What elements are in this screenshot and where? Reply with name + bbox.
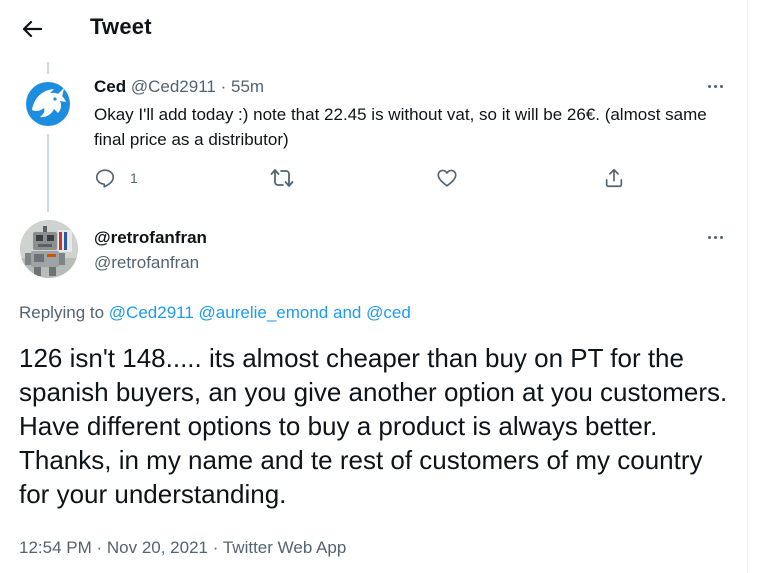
tweet-source[interactable]: Twitter Web App <box>223 538 346 557</box>
more-options-button[interactable] <box>700 76 730 96</box>
tweet-text: 126 isn't 148..... its almost cheaper th… <box>19 343 728 509</box>
like-button[interactable] <box>436 167 458 189</box>
avatar[interactable] <box>20 76 76 132</box>
tweet-meta: 12:54 PM · Nov 20, 2021 · Twitter Web Ap… <box>19 538 346 558</box>
reply-count: 1 <box>130 170 138 186</box>
mention-link[interactable]: @ced <box>366 303 411 322</box>
replying-and[interactable]: and <box>333 303 361 322</box>
dot-icon <box>719 84 723 88</box>
retweet-icon <box>270 167 294 189</box>
dot-icon <box>707 84 711 88</box>
back-button[interactable] <box>14 12 50 46</box>
avatar[interactable] <box>20 220 78 278</box>
author-name[interactable]: @retrofanfran <box>94 228 207 248</box>
meta-separator: · <box>212 538 219 557</box>
blue-dragon-logo-icon <box>20 76 76 132</box>
thread-connector-top <box>47 62 49 74</box>
replying-to: Replying to @Ced2911 @aurelie_emond and … <box>19 303 411 323</box>
share-icon <box>603 167 625 189</box>
tweet-text: Okay I'll add today :) note that 22.45 i… <box>94 105 707 149</box>
replying-prefix: Replying to <box>19 303 105 322</box>
tweet-time[interactable]: 55m <box>231 77 264 96</box>
dot-icon <box>707 235 711 239</box>
share-button[interactable] <box>603 167 625 189</box>
reply-icon <box>94 167 116 189</box>
dot-icon <box>713 84 717 88</box>
author-name[interactable]: Ced <box>94 77 126 96</box>
page-header: Tweet <box>0 0 747 58</box>
separator: · <box>220 77 227 96</box>
thread-connector <box>47 134 49 212</box>
arrow-left-icon <box>22 20 42 38</box>
author-handle[interactable]: @retrofanfran <box>94 253 199 273</box>
column-border <box>747 0 748 573</box>
more-options-button[interactable] <box>700 227 730 247</box>
reply-button[interactable]: 1 <box>94 167 138 189</box>
page-title: Tweet <box>90 14 152 39</box>
heart-icon <box>436 167 458 189</box>
dot-icon <box>719 235 723 239</box>
retweet-button[interactable] <box>270 167 294 189</box>
author-handle[interactable]: @Ced2911 <box>131 77 216 96</box>
mention-link[interactable]: @Ced2911 <box>109 303 194 322</box>
tweet-timestamp[interactable]: 12:54 PM · Nov 20, 2021 <box>19 538 208 557</box>
dot-icon <box>713 235 717 239</box>
tweet-header: Ced @Ced2911 · 55m <box>94 77 264 97</box>
mention-link[interactable]: @aurelie_emond <box>199 303 329 322</box>
robot-avatar-icon <box>20 220 78 278</box>
